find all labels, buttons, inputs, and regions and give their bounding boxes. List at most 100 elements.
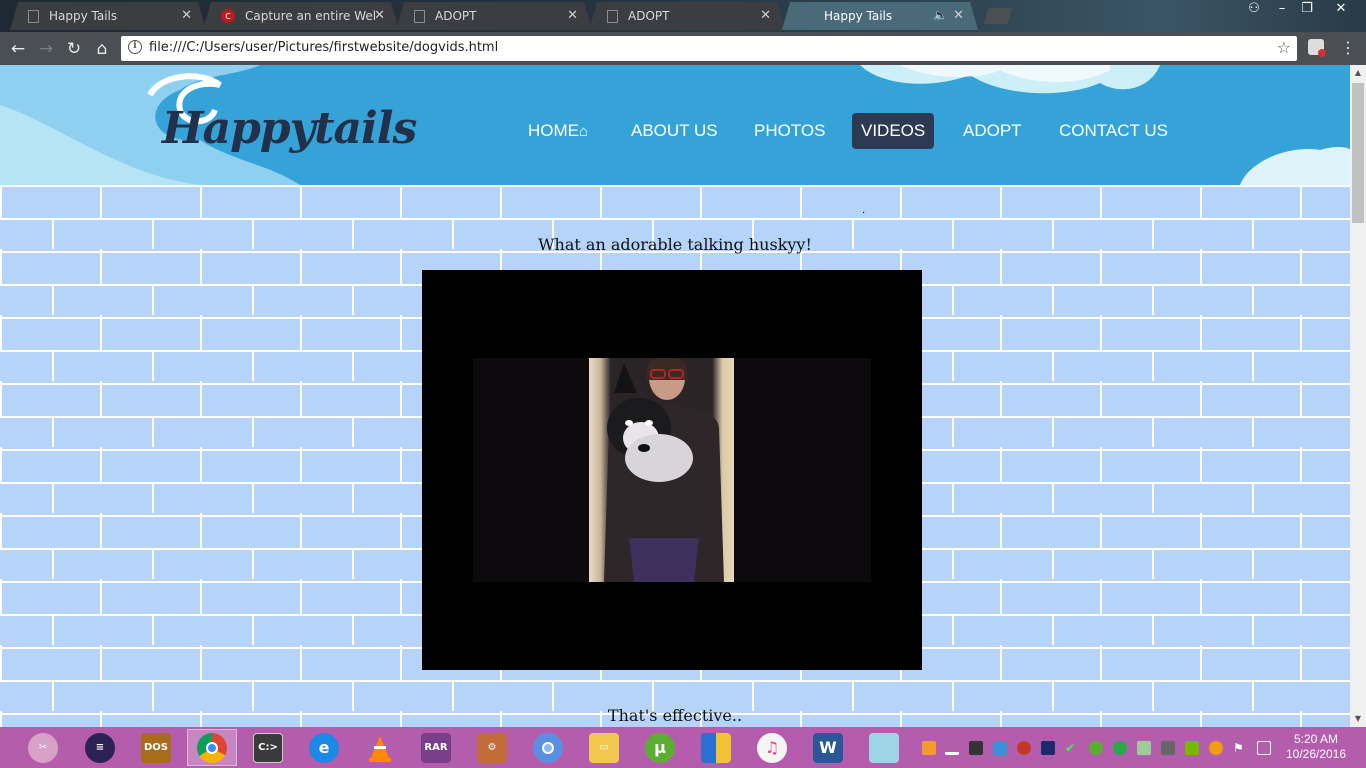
nav-contact-us[interactable]: CONTACT US [1050,113,1177,149]
taskbar-app-chrome-canary[interactable] [523,729,573,766]
taskbar-app-file-explorer[interactable]: ▭ [579,729,629,766]
tab-title: Capture an entire Web p [245,9,373,23]
tray-app-icon[interactable] [1017,741,1031,755]
close-icon[interactable]: ✕ [953,8,964,23]
nav-label: HOME [528,121,579,140]
checkmark-icon[interactable]: ✔ [1065,741,1079,755]
clock-date: 10/26/2016 [1285,747,1347,761]
taskbar-app-itunes[interactable]: ♫ [747,729,797,766]
url-text: file:///C:/Users/user/Pictures/firstwebs… [149,40,499,55]
system-clock[interactable]: 5:20 AM 10/26/2016 [1282,732,1350,762]
browser-toolbar: ← → ↻ ⌂ i file:///C:/Users/user/Pictures… [0,32,1366,65]
close-icon[interactable]: ✕ [181,8,192,23]
home-button[interactable]: ⌂ [90,37,114,61]
forward-button[interactable]: → [34,37,58,61]
scroll-thumb[interactable] [1352,83,1364,223]
tray-app-icon[interactable] [969,741,983,755]
nav-about-us[interactable]: ABOUT US [622,113,727,149]
taskbar-app-utorrent[interactable]: µ [635,729,685,766]
reload-button[interactable]: ↻ [62,37,86,61]
page-scrollbar[interactable]: ▲ ▼ [1350,65,1366,727]
video-thumbnail [589,356,734,582]
taskbar-app-word[interactable]: W [803,729,853,766]
address-bar[interactable]: i file:///C:/Users/user/Pictures/firstwe… [121,36,1297,61]
utorrent-tray-icon[interactable] [1089,741,1103,755]
nav-adopt[interactable]: ADOPT [954,113,1031,149]
video-player[interactable] [422,270,922,670]
eclipse-icon: ≡ [85,732,115,763]
page-icon [28,10,39,23]
network-icon[interactable] [993,741,1007,755]
close-icon[interactable]: ✕ [374,8,385,23]
back-button[interactable]: ← [6,37,30,61]
nav-home[interactable]: HOME⌂ [519,113,597,149]
tray-app-icon[interactable] [1041,741,1055,755]
page-icon [607,10,618,23]
site-header: Happytails HOME⌂ ABOUT US PHOTOS VIDEOS … [0,65,1350,185]
stray-dot: . [862,205,866,216]
tab-happy-tails[interactable]: Happy Tails ✕ [10,2,206,30]
scissors-icon: ✂ [28,732,58,763]
user-profile-icon[interactable]: ⚇ [1240,0,1268,18]
taskbar-app-ie[interactable]: e [299,729,349,766]
chrome-menu-button[interactable]: ⋮ [1340,37,1356,59]
close-icon[interactable]: ✕ [567,8,578,23]
site-logo[interactable]: Happytails [162,103,417,154]
web-page: Happytails HOME⌂ ABOUT US PHOTOS VIDEOS … [0,65,1350,727]
minimize-button[interactable]: – [1270,0,1294,18]
nav-photos[interactable]: PHOTOS [745,113,834,149]
restore-button[interactable]: ❐ [1296,0,1318,18]
vlc-icon [365,733,395,763]
dosbox-icon: DOS [141,732,171,763]
close-window-button[interactable]: ✕ [1326,0,1356,18]
scroll-up-icon[interactable]: ▲ [1350,65,1366,81]
video-caption-2: That's effective.. [607,706,743,725]
taskbar-app-dosbox[interactable]: DOS [131,729,181,766]
close-icon[interactable]: ✕ [760,8,771,23]
new-tab-button[interactable] [984,8,1012,24]
tab-adopt-2[interactable]: ADOPT ✕ [589,2,785,30]
info-icon[interactable]: i [128,40,142,54]
tab-title: ADOPT [628,9,670,23]
tray-app-icon[interactable] [1113,741,1127,755]
taskbar-app-snipping-tool[interactable]: ✂ [18,729,68,766]
taskbar-app-chrome[interactable] [187,729,237,766]
cmd-icon: C:> [253,732,283,763]
taskbar-app-vlc[interactable] [355,729,405,766]
taskbar-app-cmd[interactable]: C:> [243,729,293,766]
signal-icon[interactable] [945,741,959,755]
battery-icon[interactable] [1257,741,1271,755]
video-frame [473,356,871,582]
tray-app-icon[interactable] [922,741,936,755]
tray-app-icon[interactable] [1137,741,1151,755]
nvidia-icon[interactable] [1185,741,1199,755]
clock-app-icon[interactable] [1209,741,1223,755]
bookmark-star-icon[interactable]: ☆ [1277,38,1291,57]
taskbar-app-tool[interactable]: ⚙ [467,729,517,766]
extension-icon[interactable] [1308,39,1326,57]
page-icon [414,10,425,23]
taskbar-app-security[interactable] [691,729,741,766]
tab-adopt-1[interactable]: ADOPT ✕ [396,2,592,30]
tab-happy-tails-active[interactable]: Happy Tails 🔈 ✕ [782,2,978,30]
notepad-icon [869,732,899,763]
tab-strip: Happy Tails ✕ C Capture an entire Web p … [0,0,1366,32]
taskbar-app-eclipse[interactable]: ≡ [75,729,125,766]
nav-videos[interactable]: VIDEOS [852,113,935,149]
shield-icon [701,732,731,763]
windows-taskbar: ✂ ≡ DOS C:> e RAR ⚙ ▭ µ ♫ W ✔ ⚑ 5:20 AM … [0,727,1366,768]
video-caption: What an adorable talking huskyy! [538,235,812,254]
tab-title: ADOPT [435,9,477,23]
scroll-down-icon[interactable]: ▼ [1350,711,1366,727]
taskbar-app-notepad[interactable] [859,729,909,766]
flag-icon[interactable]: ⚑ [1233,741,1247,755]
speaker-mute-icon[interactable]: 🔈 [933,8,948,22]
taskbar-app-winrar[interactable]: RAR [411,729,461,766]
tab-capture[interactable]: C Capture an entire Web p ✕ [203,2,399,30]
tab-title: Happy Tails [49,9,118,23]
itunes-icon: ♫ [757,732,787,763]
husky-image [604,356,724,582]
display-icon[interactable] [1161,741,1175,755]
chrome-canary-icon [533,732,563,763]
chrome-icon [197,732,227,763]
